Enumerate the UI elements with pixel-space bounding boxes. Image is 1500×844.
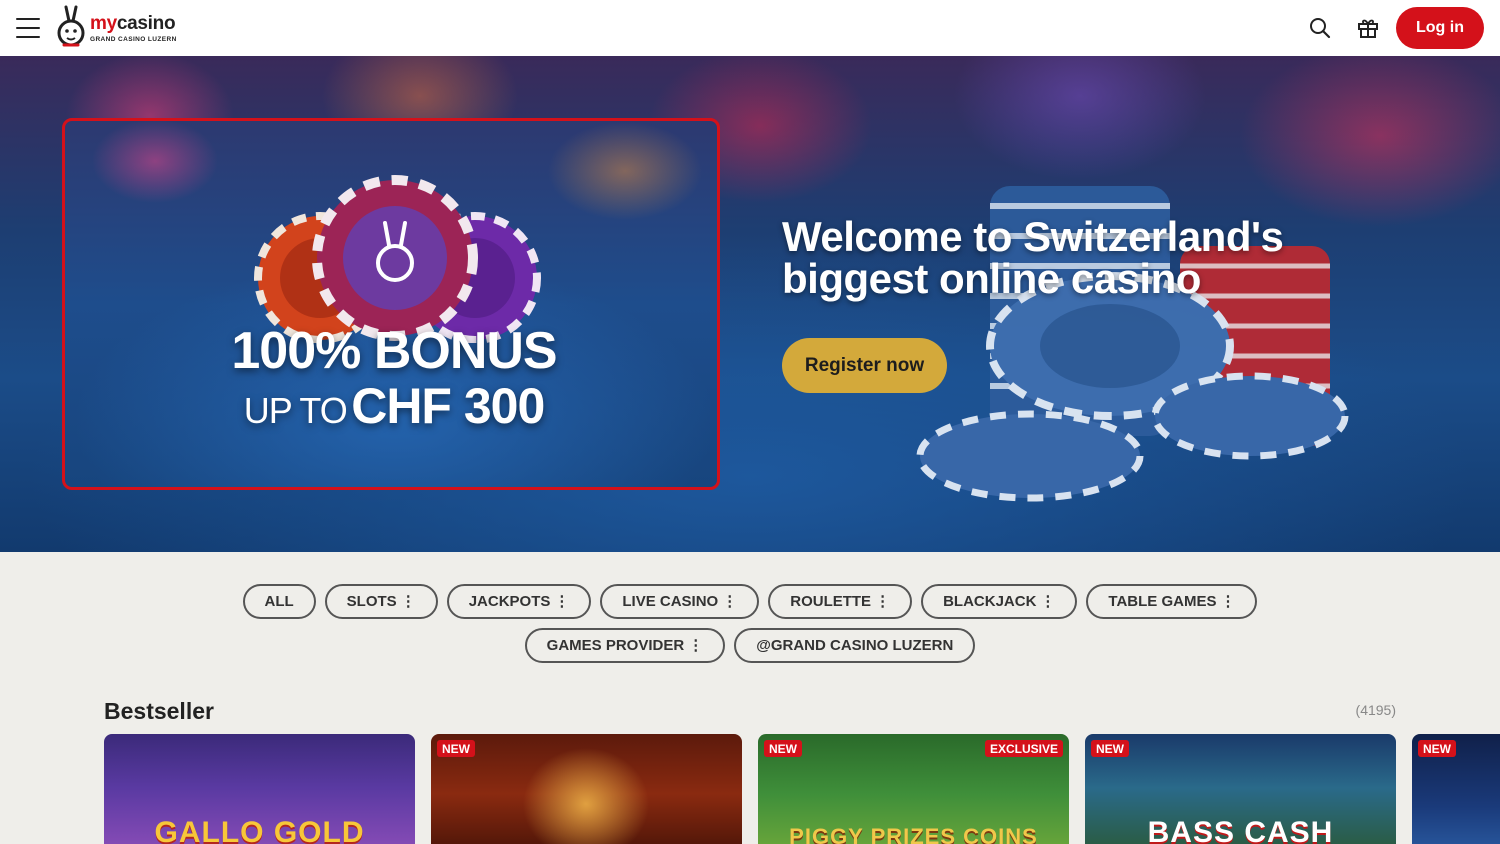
- search-icon[interactable]: [1306, 14, 1334, 42]
- new-badge: NEW: [1418, 740, 1456, 757]
- more-options-icon: ⋮: [400, 593, 416, 610]
- bonus-promo-card[interactable]: 100% BONUS UP TO CHF 300: [62, 118, 720, 490]
- filter-chip-live-casino[interactable]: LIVE CASINO ⋮: [600, 584, 760, 619]
- filter-chip-grand-casino-luzern[interactable]: @GRAND CASINO LUZERN: [734, 628, 976, 663]
- hero-title: Welcome to Switzerland's biggest online …: [782, 213, 1284, 302]
- game-tile[interactable]: NEW EXCLUSIVE PIGGY PRIZES COINS: [758, 734, 1069, 844]
- poker-chips-icon: [254, 175, 541, 343]
- more-options-icon: ⋮: [875, 593, 891, 610]
- filter-chip-label: JACKPOTS: [468, 593, 551, 610]
- more-options-icon: ⋮: [554, 593, 570, 610]
- section-title: Bestseller: [104, 698, 214, 724]
- bonus-amount: UP TO CHF 300: [243, 378, 546, 434]
- game-tile[interactable]: NEW BASS CASH: [1085, 734, 1396, 844]
- more-options-icon: ⋮: [722, 593, 738, 610]
- site-header: mycasino GRAND CASINO LUZERN Log in: [0, 0, 1500, 56]
- gift-icon[interactable]: [1354, 14, 1382, 42]
- filter-chip-all[interactable]: ALL: [242, 584, 316, 619]
- mycasino-logo[interactable]: mycasino GRAND CASINO LUZERN: [54, 5, 177, 51]
- filter-chip-roulette[interactable]: ROULETTE ⋮: [768, 584, 913, 619]
- more-options-icon: ⋮: [688, 637, 704, 654]
- filter-chip-blackjack[interactable]: BLACKJACK ⋮: [921, 584, 1078, 619]
- filter-chip-label: LIVE CASINO: [622, 593, 719, 610]
- new-badge: NEW: [1091, 740, 1129, 757]
- exclusive-badge: EXCLUSIVE: [984, 740, 1063, 757]
- game-tile[interactable]: NEW: [431, 734, 742, 844]
- new-badge: NEW: [437, 740, 475, 757]
- game-count: (4195): [1355, 702, 1396, 718]
- filter-chip-label: ALL: [264, 593, 294, 610]
- bestseller-carousel: GALLO GOLD NEW NEW EXCLUSIVE PIGGY PRIZE…: [104, 734, 1500, 844]
- filter-chip-label: ROULETTE: [790, 593, 872, 610]
- filter-chip-table-games[interactable]: TABLE GAMES ⋮: [1086, 584, 1258, 619]
- filter-chip-label: BLACKJACK: [943, 593, 1037, 610]
- category-filters: ALL SLOTS ⋮ JACKPOTS ⋮ LIVE CASINO ⋮ ROULETTE ⋮ B…: [0, 584, 1500, 672]
- login-button[interactable]: Log in: [1396, 7, 1484, 49]
- bonus-headline: 100% BONUS: [231, 322, 557, 380]
- hero-banner: 100% BONUS UP TO CHF 300 Welcome to Swit…: [0, 56, 1500, 552]
- filter-chip-jackpots[interactable]: JACKPOTS ⋮: [446, 584, 592, 619]
- menu-icon[interactable]: [16, 18, 40, 38]
- game-tile[interactable]: GALLO GOLD: [104, 734, 415, 844]
- filter-chip-label: @GRAND CASINO LUZERN: [756, 637, 954, 654]
- rabbit-logo-icon: [57, 5, 85, 47]
- filter-chip-label: TABLE GAMES: [1108, 593, 1217, 610]
- filter-chip-games-provider[interactable]: GAMES PROVIDER ⋮: [524, 628, 726, 663]
- register-button[interactable]: Register now: [782, 338, 947, 393]
- filter-row-1: ALL SLOTS ⋮ JACKPOTS ⋮ LIVE CASINO ⋮ ROULETTE ⋮ B…: [0, 584, 1500, 619]
- logo-wordmark: mycasino: [90, 12, 176, 34]
- filter-chip-slots[interactable]: SLOTS ⋮: [324, 584, 438, 619]
- filter-row-2: GAMES PROVIDER ⋮ @GRAND CASINO LUZERN: [0, 628, 1500, 663]
- filter-chip-label: SLOTS: [346, 593, 397, 610]
- new-badge: NEW: [764, 740, 802, 757]
- filter-chip-label: GAMES PROVIDER: [546, 637, 685, 654]
- more-options-icon: ⋮: [1040, 593, 1056, 610]
- game-tile[interactable]: NEW: [1412, 734, 1500, 844]
- more-options-icon: ⋮: [1220, 593, 1236, 610]
- logo-subtitle: GRAND CASINO LUZERN: [90, 35, 177, 43]
